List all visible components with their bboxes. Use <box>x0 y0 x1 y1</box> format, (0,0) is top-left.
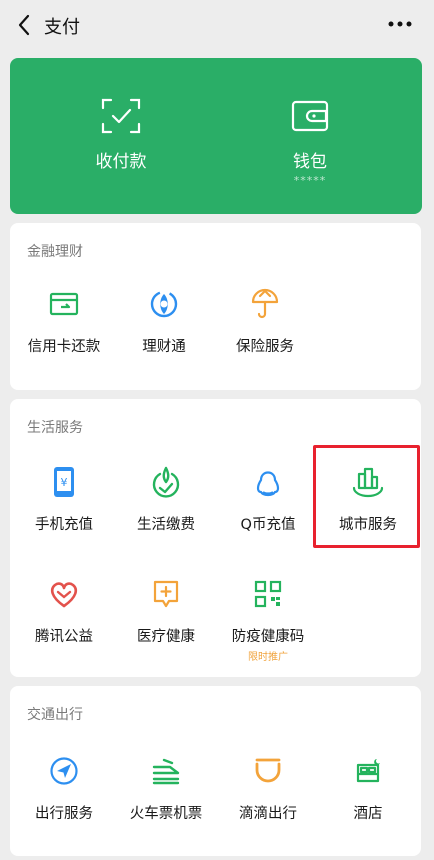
service-label: 腾讯公益 <box>35 629 93 645</box>
didi-icon <box>251 754 285 788</box>
wallet-label: 钱包 <box>293 152 327 172</box>
back-button[interactable] <box>12 12 36 38</box>
phone-recharge-button[interactable]: ¥ 手机充值 <box>10 465 118 551</box>
service-label: 医疗健康 <box>137 629 195 645</box>
insurance-button[interactable]: 保险服务 <box>211 287 319 373</box>
insurance-umbrella-icon <box>248 287 282 321</box>
travel-service-button[interactable]: 出行服务 <box>10 754 118 840</box>
section-life-services: 生活服务 ¥ 手机充值 生活缴费 Q币充值 城市服务 腾讯公益 医疗健康 防疫健… <box>10 399 421 677</box>
service-label: 生活缴费 <box>137 517 195 533</box>
utility-payment-button[interactable]: 生活缴费 <box>112 465 220 551</box>
licaitong-icon <box>147 287 181 321</box>
service-label: Q币充值 <box>240 517 296 533</box>
city-services-button[interactable]: 城市服务 <box>314 465 422 551</box>
top-nav-bar: 支付 <box>0 0 434 50</box>
section-title: 交通出行 <box>27 707 83 723</box>
phone-recharge-icon: ¥ <box>47 465 81 499</box>
charity-button[interactable]: 腾讯公益 <box>10 577 118 663</box>
service-label: 理财通 <box>142 339 186 355</box>
health-code-button[interactable]: 防疫健康码 限时推广 <box>214 577 322 663</box>
more-button[interactable] <box>386 13 414 35</box>
navigation-arrow-icon <box>47 754 81 788</box>
city-buildings-icon <box>351 465 385 499</box>
medical-health-button[interactable]: 医疗健康 <box>112 577 220 663</box>
licaitong-button[interactable]: 理财通 <box>110 287 218 373</box>
receive-pay-label: 收付款 <box>95 152 147 172</box>
more-dots-icon <box>388 21 412 27</box>
section-transport: 交通出行 出行服务 火车票机票 滴滴出行 酒店 <box>10 686 421 856</box>
wallet-icon <box>291 100 329 132</box>
service-label: 酒店 <box>353 806 383 822</box>
service-label: 防疫健康码 <box>231 629 305 645</box>
credit-card-icon <box>47 287 81 321</box>
service-label: 出行服务 <box>35 806 93 822</box>
train-plane-icon <box>149 754 183 788</box>
section-title: 生活服务 <box>27 420 83 436</box>
qq-penguin-icon <box>251 465 285 499</box>
medical-box-icon <box>149 577 183 611</box>
page-title: 支付 <box>44 17 80 38</box>
service-label: 信用卡还款 <box>27 339 101 355</box>
service-label: 火车票机票 <box>129 806 203 822</box>
train-flight-tickets-button[interactable]: 火车票机票 <box>112 754 220 840</box>
credit-card-repay-button[interactable]: 信用卡还款 <box>10 287 118 373</box>
hotel-bed-icon <box>351 754 385 788</box>
qcoin-recharge-button[interactable]: Q币充值 <box>214 465 322 551</box>
didi-button[interactable]: 滴滴出行 <box>214 754 322 840</box>
wallet-button[interactable]: 钱包 ***** <box>207 58 413 214</box>
section-finance: 金融理财 信用卡还款 理财通 保险服务 <box>10 223 421 390</box>
hotel-button[interactable]: 酒店 <box>314 754 422 840</box>
charity-heart-icon <box>47 577 81 611</box>
service-label: 保险服务 <box>236 339 294 355</box>
utility-payment-icon <box>149 465 183 499</box>
receive-pay-button[interactable]: 收付款 <box>18 58 224 214</box>
service-label: 城市服务 <box>339 517 397 533</box>
svg-text:¥: ¥ <box>61 476 68 489</box>
wallet-panel: 收付款 钱包 ***** <box>10 58 422 214</box>
scan-frame-icon <box>101 98 141 134</box>
section-title: 金融理财 <box>27 244 83 260</box>
wallet-balance-masked: ***** <box>293 174 327 187</box>
service-label: 滴滴出行 <box>239 806 297 822</box>
service-label: 手机充值 <box>35 517 93 533</box>
chevron-left-icon <box>18 14 30 36</box>
health-qr-code-icon <box>251 577 285 611</box>
promo-tag: 限时推广 <box>248 652 288 663</box>
